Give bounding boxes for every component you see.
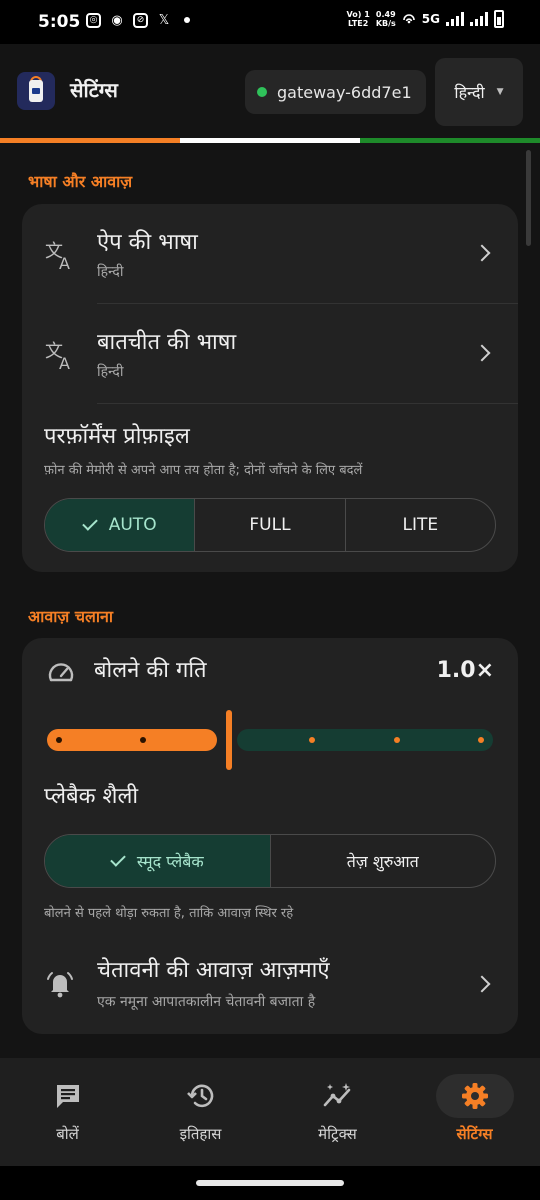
playback-option-fast-start[interactable]: तेज़ शुरुआत: [269, 835, 496, 887]
section-header-language: भाषा और आवाज़: [28, 172, 133, 191]
app-language-value: हिन्दी: [97, 264, 124, 280]
app-logo: [17, 72, 55, 110]
home-gesture-handle[interactable]: [196, 1180, 344, 1186]
playback-style-description: बोलने से पहले थोड़ा रुकता है, ताकि आवाज़…: [44, 906, 294, 921]
slider-step-tick: [478, 737, 484, 743]
nav-label: सेटिंग्स: [456, 1125, 493, 1143]
network-speed: 0.49 KB/s: [375, 10, 396, 28]
dropdown-arrow-icon: ▼: [496, 87, 504, 97]
battery-icon: [494, 10, 504, 28]
nav-item-settings[interactable]: सेटिंग्स: [407, 1058, 540, 1166]
chat-language-row[interactable]: 文 A बातचीत की भाषा हिन्दी: [22, 304, 518, 404]
volte-indicator: Vo) 1 LTE2: [346, 10, 370, 28]
divider: [97, 403, 518, 404]
svg-text:A: A: [59, 254, 70, 272]
alert-test-subtitle: एक नमूना आपातकालीन चेतावनी बजाता है: [97, 994, 316, 1010]
svg-text:A: A: [59, 354, 70, 372]
bell-icon: [47, 972, 73, 998]
app-bar: सेटिंग्स gateway-6dd7e1 हिन्दी ▼: [0, 44, 540, 138]
gear-icon: [461, 1083, 488, 1109]
app-language-title: ऐप की भाषा: [97, 230, 198, 255]
speech-rate-value: 1.0×: [436, 658, 494, 683]
slider-thumb[interactable]: [226, 710, 232, 770]
performance-option-full[interactable]: FULL: [194, 499, 344, 551]
slider-step-tick: [56, 737, 62, 743]
nav-label: इतिहास: [179, 1125, 222, 1143]
check-icon: [110, 851, 126, 867]
chat-icon: [56, 1085, 79, 1108]
status-time: 5:05: [38, 12, 81, 32]
scrollbar[interactable]: [526, 150, 531, 246]
app-notification-icon: ◉: [111, 12, 123, 28]
voice-card: बोलने की गति 1.0× प्लेबैक शैली स्मूद प्ल…: [22, 638, 518, 1034]
network-type: 5G: [421, 11, 440, 26]
chevron-right-icon: [473, 975, 491, 993]
bottom-navigation: बोलें इतिहास मेट्रिक्स सेटिंग्स: [0, 1058, 540, 1166]
translate-icon: 文 A: [45, 341, 70, 372]
tricolor-green: [360, 138, 540, 143]
nav-label: बोलें: [56, 1125, 79, 1143]
link-icon: ⊘: [133, 12, 148, 28]
history-icon: [186, 1084, 213, 1108]
chat-language-value: हिन्दी: [97, 364, 124, 380]
playback-style-title: प्लेबैक शैली: [44, 784, 139, 809]
system-navigation-bar: [0, 1166, 540, 1200]
gateway-name: gateway-6dd7e1: [277, 82, 412, 102]
speech-rate-title: बोलने की गति: [94, 658, 207, 683]
page-title: सेटिंग्स: [70, 78, 118, 102]
hotspot-icon: [402, 14, 415, 24]
language-dropdown[interactable]: हिन्दी ▼: [435, 58, 523, 126]
instagram-icon: ◎: [86, 12, 101, 28]
phone-icon: [29, 80, 43, 102]
status-indicators: Vo) 1 LTE2 0.49 KB/s 5G: [347, 10, 504, 28]
translate-icon: 文 A: [45, 241, 70, 272]
performance-option-lite[interactable]: LITE: [344, 499, 495, 551]
alert-test-row[interactable]: चेतावनी की आवाज़ आज़माएँ एक नमूना आपातका…: [22, 940, 518, 1030]
performance-option-auto[interactable]: AUTO: [45, 499, 195, 551]
status-bar: 5:05 ◎ ◉ ⊘ 𝕏 Vo) 1 LTE2 0.49 KB/s 5G: [0, 0, 540, 44]
language-dropdown-value: हिन्दी: [454, 83, 485, 102]
slider-step-tick: [393, 737, 400, 743]
nav-label: मेट्रिक्स: [318, 1125, 357, 1143]
online-status-dot: [257, 87, 267, 97]
chat-language-title: बातचीत की भाषा: [97, 330, 237, 355]
speedometer-icon: [48, 663, 74, 682]
playback-option-smooth[interactable]: स्मूद प्लेबैक: [45, 835, 270, 887]
signal-icon-sim2: [470, 12, 488, 26]
notification-icons: ◎ ◉ ⊘ 𝕏: [86, 12, 190, 28]
app-language-row[interactable]: 文 A ऐप की भाषा हिन्दी: [22, 204, 518, 304]
metrics-icon: [323, 1083, 350, 1107]
speech-rate-slider[interactable]: [47, 710, 493, 770]
performance-profile-title: परफ़ॉर्मेंस प्रोफ़ाइल: [44, 424, 190, 449]
slider-inactive-track: [237, 729, 493, 751]
language-card: 文 A ऐप की भाषा हिन्दी 文 A बातचीत की भाषा…: [22, 204, 518, 572]
slider-active-track: [47, 729, 217, 751]
tricolor-strip: [0, 138, 540, 143]
nav-item-metrics[interactable]: मेट्रिक्स: [270, 1058, 405, 1166]
nav-item-history[interactable]: इतिहास: [133, 1058, 268, 1166]
section-header-voice: आवाज़ चलाना: [28, 607, 114, 626]
playback-style-selector: स्मूद प्लेबैक तेज़ शुरुआत: [44, 834, 496, 888]
signal-icon: [446, 12, 464, 26]
tricolor-saffron: [0, 138, 180, 143]
performance-profile-selector: AUTO FULL LITE: [44, 498, 496, 552]
check-icon: [81, 515, 98, 531]
nav-item-speak[interactable]: बोलें: [0, 1058, 135, 1166]
x-icon: 𝕏: [158, 12, 170, 28]
gateway-status-chip[interactable]: gateway-6dd7e1: [245, 70, 426, 114]
alert-test-title: चेतावनी की आवाज़ आज़माएँ: [97, 958, 330, 983]
chevron-right-icon: [473, 344, 491, 362]
performance-profile-description: फ़ोन की मेमोरी से अपने आप तय होता है; दो…: [44, 463, 363, 478]
more-notifications-dot: [184, 17, 190, 23]
tricolor-white: [180, 138, 360, 143]
chevron-right-icon: [473, 244, 491, 262]
